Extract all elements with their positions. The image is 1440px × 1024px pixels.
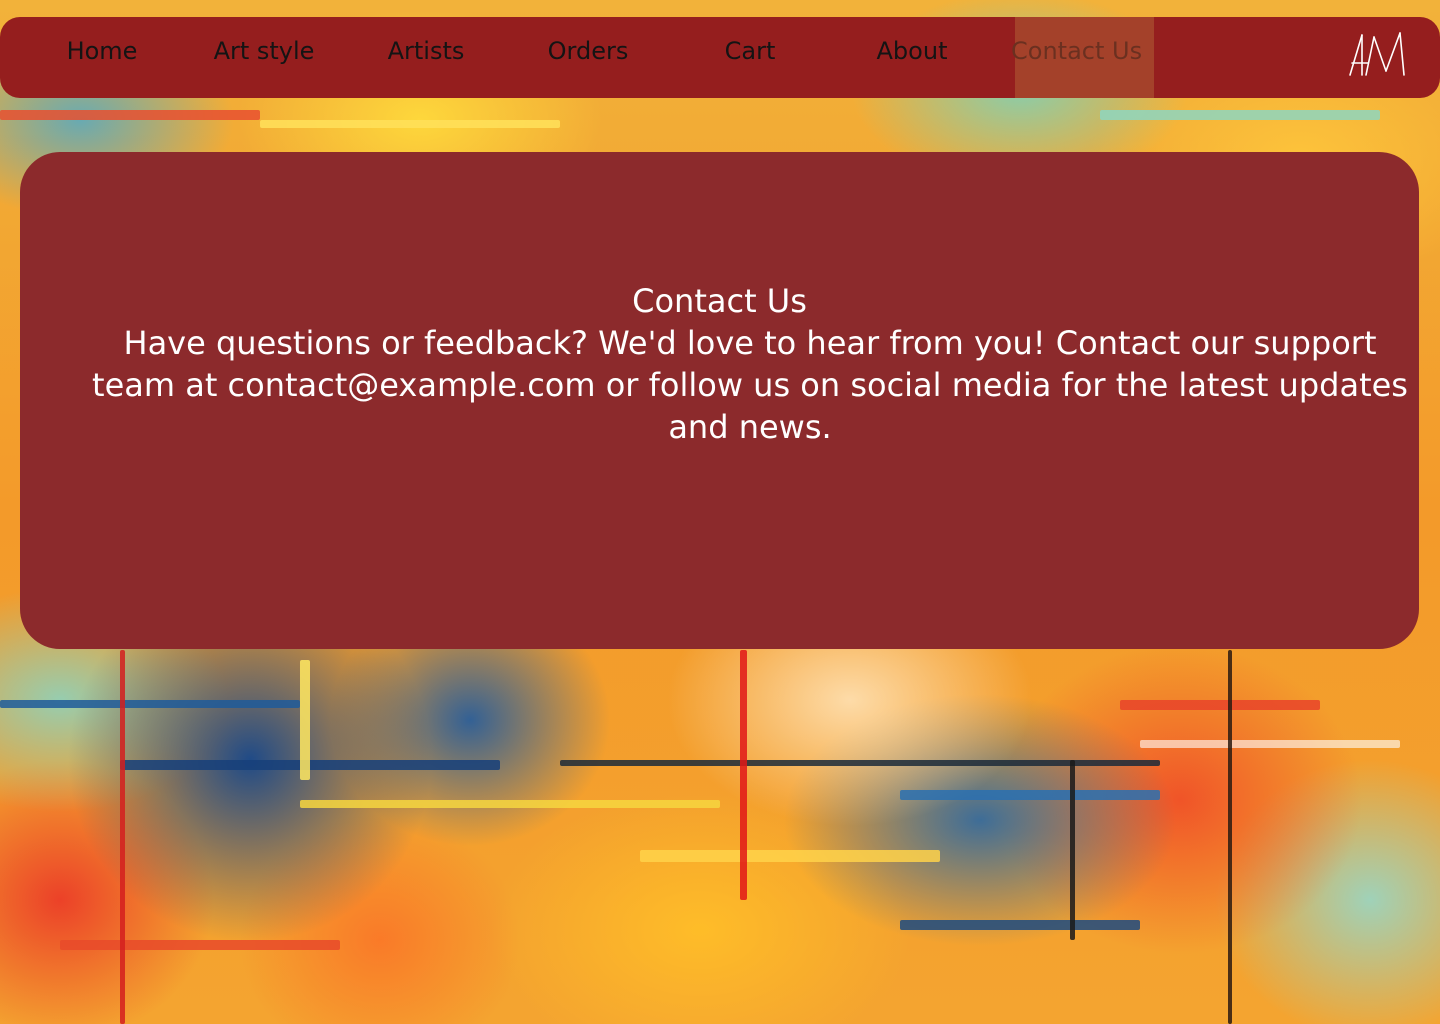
nav-item-art-style[interactable]: Art style xyxy=(196,17,332,98)
nav-item-cart[interactable]: Cart xyxy=(700,17,800,98)
nav-item-home[interactable]: Home xyxy=(40,17,164,98)
nav-item-artists[interactable]: Artists xyxy=(368,17,484,98)
nav-item-orders[interactable]: Orders xyxy=(530,17,646,98)
contact-card: Contact Us Have questions or feedback? W… xyxy=(20,152,1419,649)
nav-item-about[interactable]: About xyxy=(856,17,968,98)
nav-item-contact-us[interactable]: Contact Us xyxy=(1011,17,1154,98)
am-monogram-logo[interactable] xyxy=(1346,29,1410,81)
contact-description: Have questions or feedback? We'd love to… xyxy=(92,324,1408,446)
page-title: Contact Us xyxy=(632,282,807,320)
top-navigation-bar: Home Art style Artists Orders Cart About… xyxy=(0,17,1440,98)
